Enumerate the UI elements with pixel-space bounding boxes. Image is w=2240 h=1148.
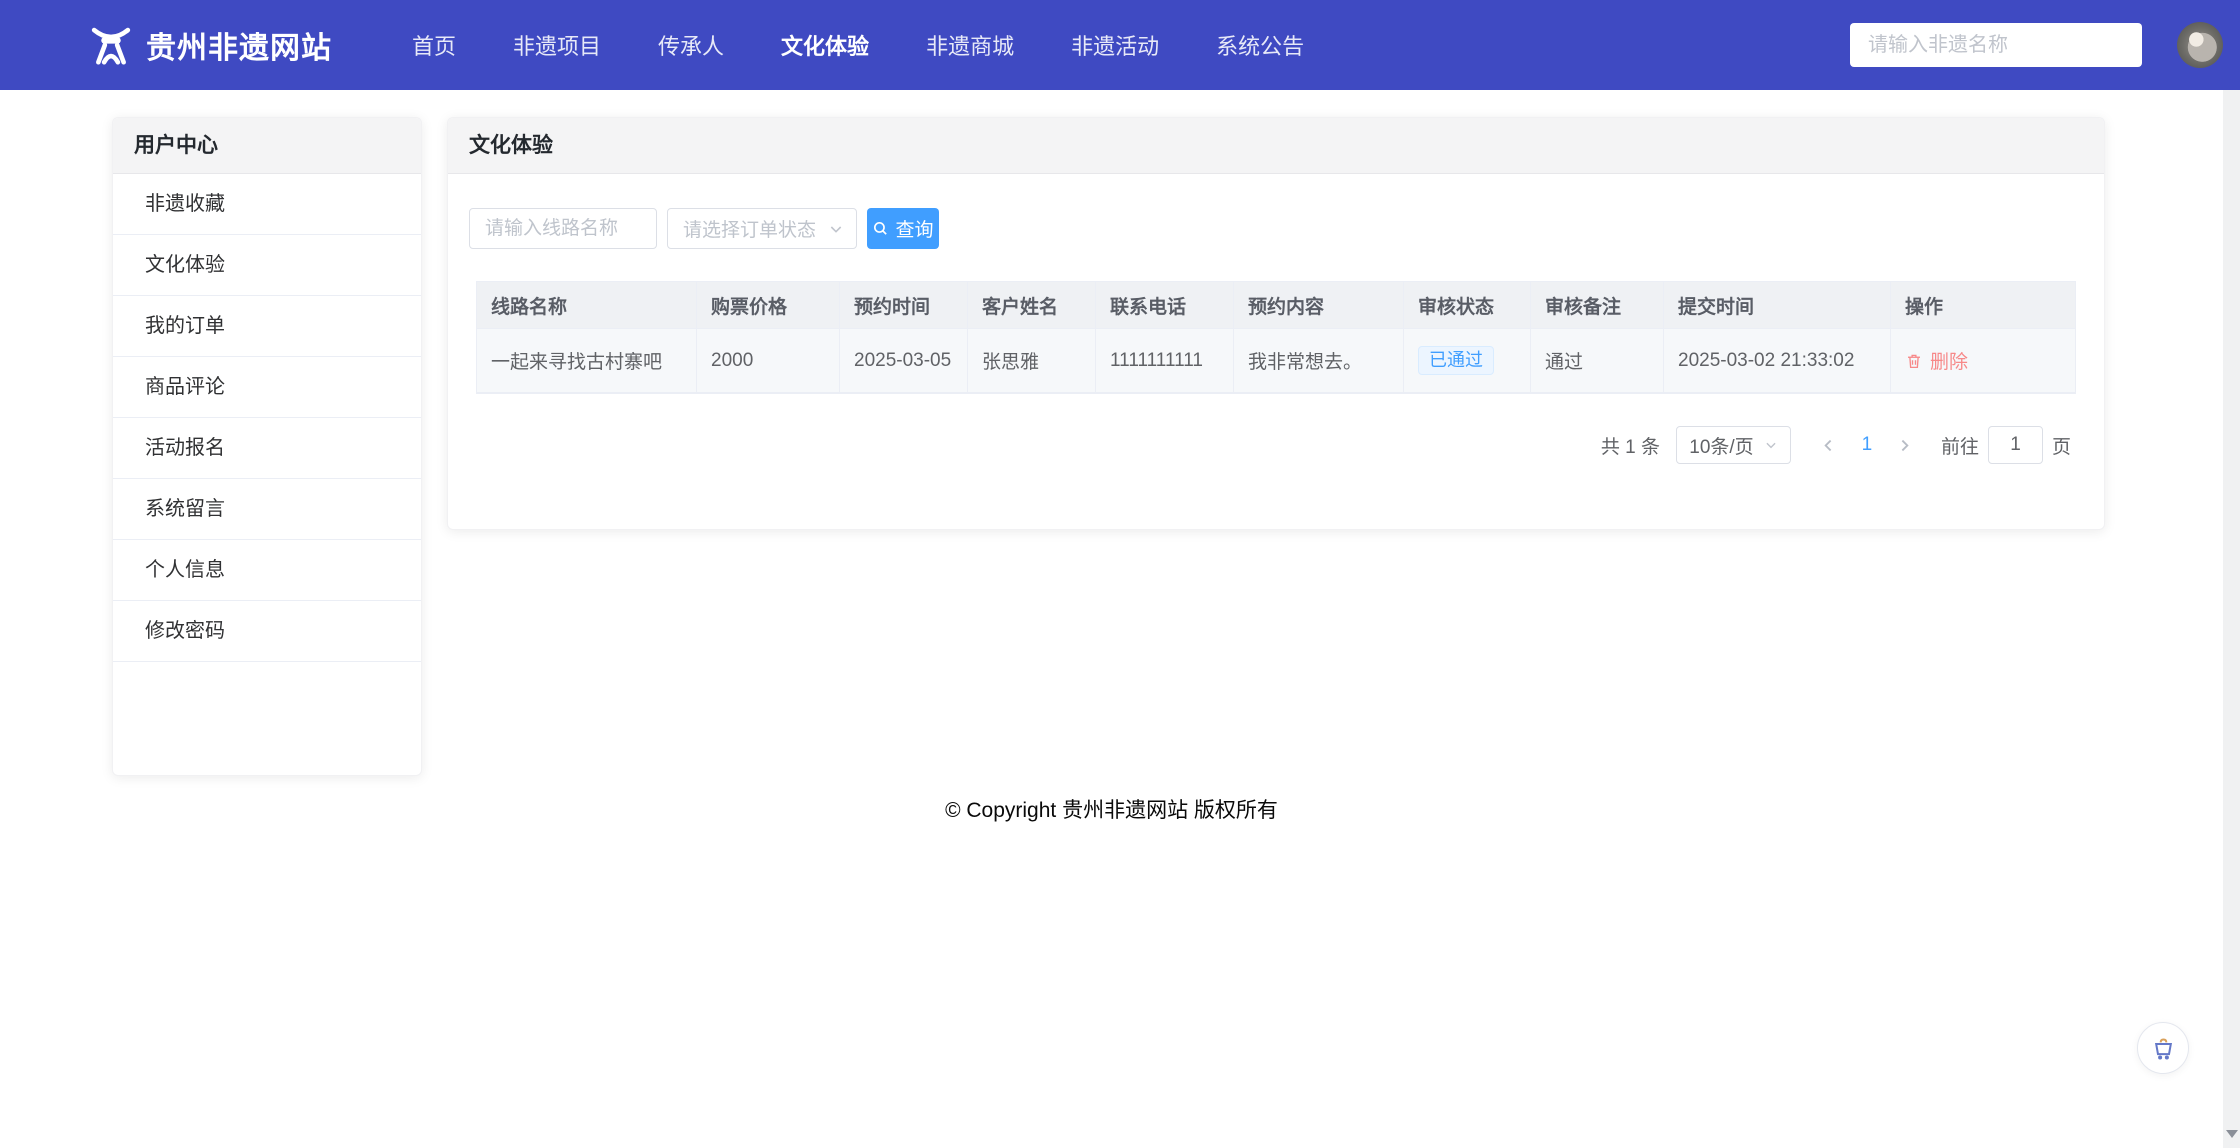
query-button[interactable]: 查询 — [867, 208, 939, 249]
nav-item-inheritors[interactable]: 传承人 — [658, 29, 724, 61]
col-header-book-date: 预约时间 — [840, 282, 968, 329]
nav-item-heritage-activities[interactable]: 非遗活动 — [1071, 29, 1159, 61]
cell-book-date: 2025-03-05 — [840, 329, 968, 393]
col-header-submitted: 提交时间 — [1664, 282, 1891, 329]
search-icon — [874, 221, 888, 235]
cell-status: 已通过 — [1404, 329, 1531, 393]
experience-table: 线路名称 购票价格 预约时间 客户姓名 联系电话 预约内容 审核状态 审核备注 … — [476, 281, 2076, 394]
col-header-price: 购票价格 — [697, 282, 840, 329]
sidebar-item-culture-experience[interactable]: 文化体验 — [113, 235, 421, 296]
cart-icon — [2154, 1037, 2172, 1060]
navbar-search — [1850, 23, 2142, 67]
route-name-input[interactable] — [469, 208, 657, 249]
chevron-down-icon — [1766, 442, 1776, 449]
cell-remark: 通过 — [1531, 329, 1664, 393]
pagination-total: 共 1 条 — [1600, 436, 1660, 458]
status-badge: 已通过 — [1418, 345, 1494, 376]
nav-item-heritage-mall[interactable]: 非遗商城 — [926, 29, 1014, 61]
copyright-footer: © Copyright 贵州非遗网站 版权所有 — [945, 799, 1278, 822]
delete-button[interactable]: 删除 — [1905, 347, 1968, 374]
cell-customer: 张思雅 — [968, 329, 1096, 393]
table-header-row: 线路名称 购票价格 预约时间 客户姓名 联系电话 预约内容 审核状态 审核备注 … — [477, 282, 2075, 329]
sidebar-title: 用户中心 — [113, 118, 421, 174]
table-row: 一起来寻找古村寨吧 2000 2025-03-05 张思雅 1111111111… — [477, 329, 2075, 393]
nav-item-heritage-projects[interactable]: 非遗项目 — [513, 29, 601, 61]
page-size-select[interactable]: 10条/页 — [1675, 426, 1791, 464]
prev-page-button[interactable] — [1809, 437, 1849, 454]
scrollbar-down-arrow[interactable] — [2226, 1130, 2238, 1138]
cell-phone: 1111111111 — [1096, 329, 1234, 393]
sidebar-item-change-password[interactable]: 修改密码 — [113, 601, 421, 662]
cart-fab-button[interactable] — [2137, 1022, 2189, 1074]
cell-content: 我非常想去。 — [1234, 329, 1404, 393]
sidebar-menu: 非遗收藏 文化体验 我的订单 商品评论 活动报名 系统留言 个人信息 修改密码 — [113, 174, 421, 662]
goto-page-input[interactable] — [1987, 426, 2043, 464]
nav-item-culture-experience[interactable]: 文化体验 — [781, 29, 869, 61]
page-number-1[interactable]: 1 — [1849, 434, 1885, 456]
nav-item-home[interactable]: 首页 — [412, 29, 456, 61]
col-header-status: 审核状态 — [1404, 282, 1531, 329]
sidebar-item-heritage-favorites[interactable]: 非遗收藏 — [113, 174, 421, 235]
panel-title: 文化体验 — [448, 118, 2104, 174]
navbar-search-input[interactable] — [1850, 23, 2142, 67]
delete-button-label: 删除 — [1930, 352, 1969, 373]
brand-logo-icon — [88, 22, 134, 68]
col-header-route: 线路名称 — [477, 282, 697, 329]
navbar-right — [1850, 22, 2223, 68]
query-button-label: 查询 — [895, 220, 934, 241]
sidebar-item-activity-signup[interactable]: 活动报名 — [113, 418, 421, 479]
nav-item-system-announcements[interactable]: 系统公告 — [1216, 29, 1304, 61]
chevron-left-icon — [1824, 439, 1832, 451]
order-status-placeholder: 请选择订单状态 — [683, 220, 817, 241]
trash-icon — [1908, 354, 1920, 368]
cell-route: 一起来寻找古村寨吧 — [477, 329, 697, 393]
user-avatar[interactable] — [2177, 22, 2223, 68]
col-header-phone: 联系电话 — [1096, 282, 1234, 329]
top-navbar: 贵州非遗网站 首页 非遗项目 传承人 文化体验 非遗商城 非遗活动 系统公告 — [0, 0, 2240, 90]
col-header-remark: 审核备注 — [1531, 282, 1664, 329]
col-header-content: 预约内容 — [1234, 282, 1404, 329]
brand[interactable]: 贵州非遗网站 — [88, 22, 332, 68]
culture-experience-panel: 文化体验 请选择订单状态 查询 线路名称 购票价格 预约时间 客户姓名 联系电话… — [447, 117, 2105, 530]
main-nav: 首页 非遗项目 传承人 文化体验 非遗商城 非遗活动 系统公告 — [412, 29, 1304, 61]
sidebar-item-system-messages[interactable]: 系统留言 — [113, 479, 421, 540]
user-center-sidebar: 用户中心 非遗收藏 文化体验 我的订单 商品评论 活动报名 系统留言 个人信息 … — [112, 117, 422, 776]
chevron-right-icon — [1902, 439, 1910, 451]
goto-label: 前往 — [1940, 436, 1979, 458]
col-header-customer: 客户姓名 — [968, 282, 1096, 329]
order-status-select[interactable]: 请选择订单状态 — [667, 208, 857, 249]
page-unit-label: 页 — [2051, 436, 2071, 458]
brand-title: 贵州非遗网站 — [146, 32, 332, 65]
chevron-down-icon — [830, 225, 842, 233]
filter-bar: 请选择订单状态 查询 — [469, 208, 2104, 249]
sidebar-item-my-orders[interactable]: 我的订单 — [113, 296, 421, 357]
cell-price: 2000 — [697, 329, 840, 393]
pagination: 共 1 条 10条/页 1 前往 页 — [1601, 426, 2071, 464]
cell-submitted: 2025-03-02 21:33:02 — [1664, 329, 1891, 393]
page-scrollbar[interactable] — [2223, 90, 2240, 1148]
page-size-value: 10条/页 — [1689, 436, 1754, 458]
cell-actions: 删除 — [1891, 329, 2075, 393]
sidebar-item-profile[interactable]: 个人信息 — [113, 540, 421, 601]
next-page-button[interactable] — [1885, 437, 1925, 454]
sidebar-item-product-comments[interactable]: 商品评论 — [113, 357, 421, 418]
col-header-actions: 操作 — [1891, 282, 2075, 329]
